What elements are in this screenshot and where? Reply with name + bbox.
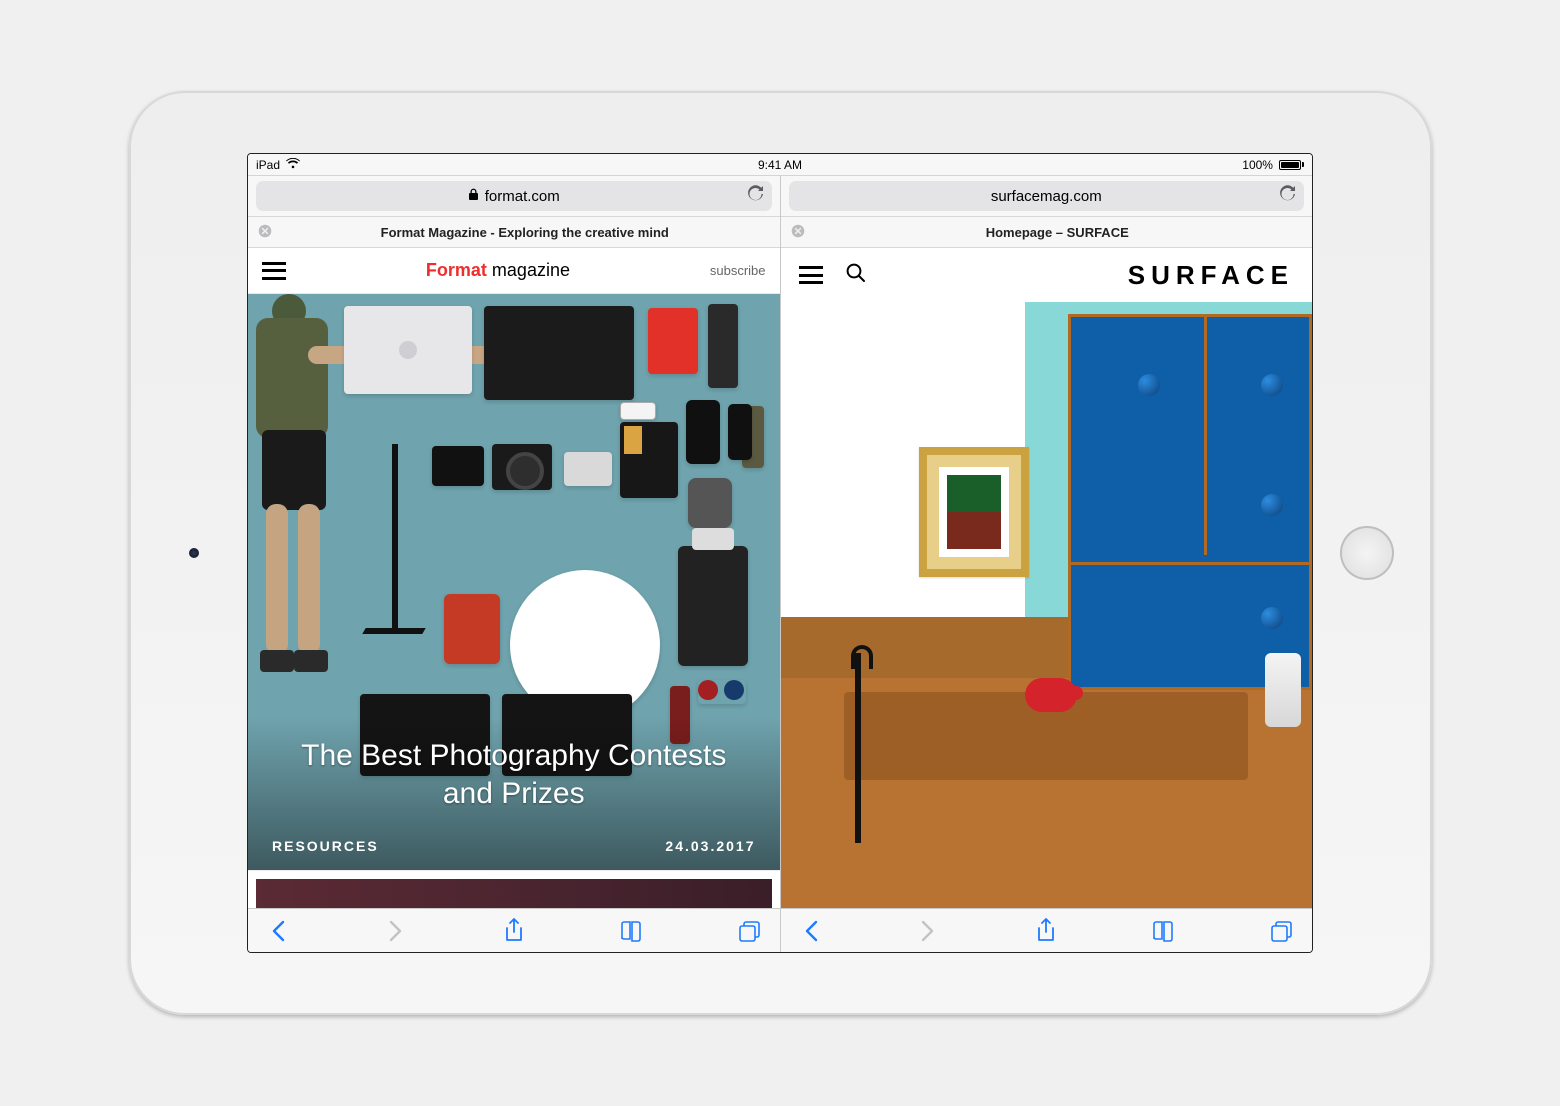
hero-headline: The Best Photography Contests and Prizes [272, 737, 756, 812]
close-tab-icon[interactable] [791, 224, 805, 241]
subscribe-link[interactable]: subscribe [710, 263, 766, 278]
page-content-left[interactable]: Format magazine subscribe [248, 248, 780, 908]
page-content-right[interactable]: SURFACE [781, 248, 1313, 908]
address-bar[interactable]: surfacemag.com [789, 181, 1305, 211]
screen: iPad 9:41 AM 100% [247, 153, 1313, 953]
status-bar: iPad 9:41 AM 100% [248, 154, 1312, 176]
right-pane: surfacemag.com Homepage – SURFACE [780, 176, 1313, 952]
tabs-icon[interactable] [736, 920, 764, 942]
bookmarks-icon[interactable] [618, 920, 646, 942]
wifi-icon [286, 158, 300, 172]
back-icon[interactable] [797, 920, 825, 942]
address-bar-row: format.com [248, 176, 780, 216]
lock-icon [468, 188, 479, 205]
site-title: Format magazine [286, 260, 710, 281]
share-icon[interactable] [500, 918, 528, 944]
forward-icon [914, 920, 942, 942]
tabs-icon[interactable] [1268, 920, 1296, 942]
url-text: surfacemag.com [991, 188, 1102, 205]
ipad-device-frame: iPad 9:41 AM 100% [129, 91, 1432, 1015]
reload-icon[interactable] [1279, 185, 1296, 207]
hero-date: 24.03.2017 [665, 838, 755, 854]
brand-word: Format [426, 260, 487, 280]
hero-article[interactable]: The Best Photography Contests and Prizes… [248, 294, 780, 870]
hero-image [781, 302, 1313, 908]
next-article-peek[interactable] [248, 870, 780, 908]
bottom-toolbar [248, 908, 780, 952]
tab-title[interactable]: Format Magazine - Exploring the creative… [280, 225, 770, 240]
tab-bar: Format Magazine - Exploring the creative… [248, 216, 780, 248]
site-header-format: Format magazine subscribe [248, 248, 780, 294]
back-icon[interactable] [264, 920, 292, 942]
home-button[interactable] [1340, 526, 1394, 580]
share-icon[interactable] [1032, 918, 1060, 944]
device-label: iPad [256, 158, 280, 172]
search-icon[interactable] [845, 262, 867, 289]
safari-split-view: format.com Format Magazine - Exploring t… [248, 176, 1312, 952]
hamburger-icon[interactable] [799, 266, 823, 284]
battery-icon [1277, 160, 1304, 170]
title-rest: magazine [492, 260, 570, 280]
tab-bar: Homepage – SURFACE [781, 216, 1313, 248]
forward-icon [382, 920, 410, 942]
front-camera [189, 548, 199, 558]
close-tab-icon[interactable] [258, 224, 272, 241]
reload-icon[interactable] [747, 185, 764, 207]
url-text: format.com [485, 188, 560, 205]
site-header-surface: SURFACE [781, 248, 1313, 302]
hero-overlay: The Best Photography Contests and Prizes… [248, 717, 780, 870]
bookmarks-icon[interactable] [1150, 920, 1178, 942]
clock: 9:41 AM [758, 158, 802, 172]
hero-person [248, 294, 340, 714]
address-bar-row: surfacemag.com [781, 176, 1313, 216]
hamburger-icon[interactable] [262, 262, 286, 280]
hero-category: RESOURCES [272, 838, 379, 854]
bottom-toolbar [781, 908, 1313, 952]
left-pane: format.com Format Magazine - Exploring t… [248, 176, 780, 952]
tab-title[interactable]: Homepage – SURFACE [813, 225, 1303, 240]
battery-percent: 100% [1242, 158, 1273, 172]
address-bar[interactable]: format.com [256, 181, 772, 211]
surface-logo[interactable]: SURFACE [1128, 260, 1294, 291]
